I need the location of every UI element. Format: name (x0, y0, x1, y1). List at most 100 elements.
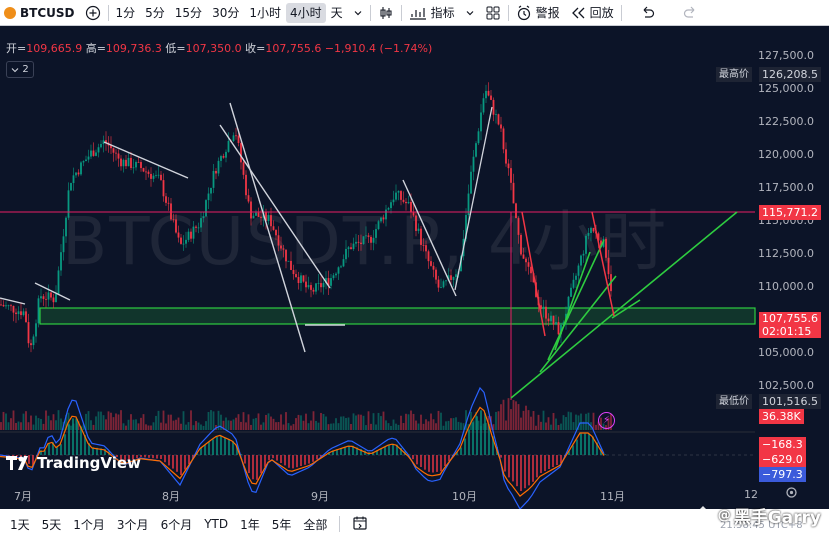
volume-bar (322, 413, 325, 430)
candle-body (407, 201, 410, 204)
volume-bar (37, 418, 40, 430)
range-1m[interactable]: 1个月 (67, 516, 111, 533)
volume-bar (140, 417, 142, 430)
volume-bar (247, 414, 250, 430)
candle-body (367, 235, 370, 237)
candle-body (500, 124, 502, 129)
volume-bar (305, 413, 307, 430)
osc-histogram-bar (184, 455, 186, 470)
candle-body (215, 170, 217, 174)
candle-body (0, 304, 2, 306)
osc-histogram-bar (508, 455, 510, 478)
candle-body (2, 304, 5, 307)
volume-bar (300, 415, 302, 430)
candle-body (330, 278, 332, 286)
osc-histogram-bar (304, 455, 306, 465)
range-6m[interactable]: 6个月 (155, 516, 199, 533)
candle-body (70, 183, 72, 191)
range-5y[interactable]: 5年 (266, 516, 298, 533)
volume-bar (242, 412, 245, 430)
candle-body (95, 152, 97, 156)
range-5d[interactable]: 5天 (36, 516, 68, 533)
candle-body (277, 235, 280, 246)
volume-bar (190, 410, 192, 430)
date-range-button[interactable] (346, 515, 374, 534)
volume-bar (170, 414, 172, 430)
candle-body (477, 131, 480, 144)
volume-bar (117, 414, 120, 430)
candle-body (590, 227, 592, 234)
volume-bar (345, 417, 347, 430)
candle-body (450, 275, 452, 280)
osc-histogram-bar (280, 455, 282, 463)
support-zone[interactable] (39, 307, 756, 325)
candle-body (200, 218, 202, 228)
volume-bar (557, 424, 560, 430)
range-ytd[interactable]: YTD (198, 517, 234, 531)
candle-body (162, 180, 165, 197)
range-label: 3个月 (116, 517, 149, 532)
volume-bar (410, 410, 412, 430)
volume-bar (0, 422, 2, 430)
volume-bar (285, 412, 287, 430)
osc-histogram-bar (424, 455, 426, 470)
osc-histogram-bar (484, 413, 486, 455)
candle-body (137, 161, 140, 163)
volume-bar (540, 421, 542, 430)
osc-histogram-bar (180, 455, 182, 475)
volume-tag: 36.38K (759, 409, 804, 424)
candle-body (150, 173, 152, 179)
oscillator-pane (0, 386, 755, 511)
volume-bar (10, 418, 12, 430)
range-3m[interactable]: 3个月 (111, 516, 155, 533)
volume-bar (290, 425, 292, 430)
volume-bar (562, 415, 565, 430)
volume-bar (442, 425, 445, 430)
volume-bar (162, 410, 165, 430)
candle-body (352, 243, 355, 250)
candle-body (422, 244, 425, 246)
range-all[interactable]: 全部 (297, 516, 333, 533)
volume-bar (302, 420, 305, 430)
price-tick: 105,000.0 (758, 346, 814, 359)
volume-bar (335, 418, 337, 430)
volume-bar (527, 410, 530, 430)
candle-body (400, 191, 402, 200)
candle-body (545, 306, 547, 319)
range-1d[interactable]: 1天 (0, 516, 36, 533)
osc-histogram-bar (72, 418, 74, 455)
highest-price-value: 126,208.5 (759, 67, 821, 82)
volume-bar (317, 422, 320, 430)
range-1y[interactable]: 1年 (234, 516, 266, 533)
volume-bar (180, 423, 182, 430)
candle-body (55, 294, 57, 303)
candle-body (122, 159, 125, 167)
volume-bar (450, 418, 452, 430)
candle-body (207, 193, 210, 201)
osc-histogram-bar (300, 455, 302, 466)
range-label: 1年 (240, 517, 260, 532)
volume-bar (587, 412, 590, 430)
candle-body (80, 162, 82, 175)
volume-bar (35, 415, 37, 430)
osc-histogram-bar (264, 455, 266, 467)
volume-bar (272, 418, 275, 430)
volume-bar (97, 411, 100, 430)
settings-icon[interactable] (785, 486, 798, 502)
candle-body (557, 322, 560, 335)
volume-bar (575, 414, 577, 430)
volume-bar (537, 414, 540, 430)
osc-histogram-bar (292, 455, 294, 469)
osc-histogram-bar (588, 433, 590, 455)
candle-body (475, 143, 477, 157)
osc-histogram-bar (176, 455, 178, 472)
volume-bar (457, 421, 460, 430)
volume-bar (325, 416, 327, 430)
lightning-icon[interactable]: ⚡ (598, 412, 615, 429)
volume-bar (532, 411, 535, 430)
osc-histogram-bar (220, 435, 222, 455)
osc-histogram-bar (520, 455, 522, 491)
volume-bar (295, 418, 297, 430)
volume-bar (412, 413, 415, 430)
osc-histogram-bar (548, 455, 550, 469)
